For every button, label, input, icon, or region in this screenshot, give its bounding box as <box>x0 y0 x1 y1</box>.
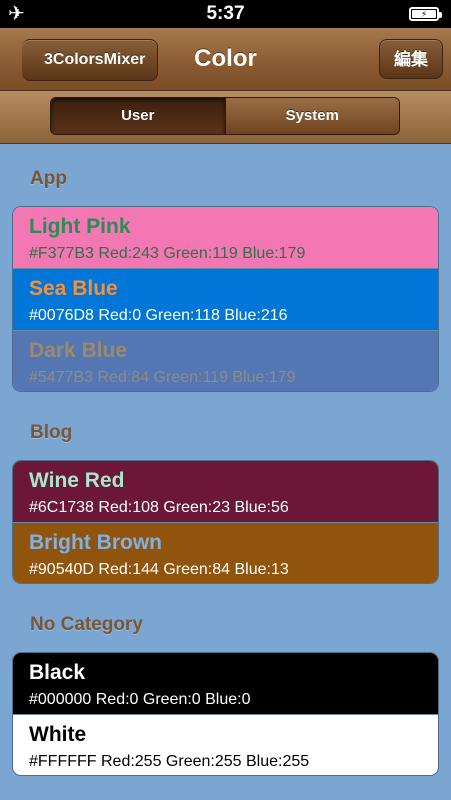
back-button-label: 3ColorsMixer <box>44 51 146 68</box>
status-bar: ✈ 5:37 ⚡ <box>0 0 451 28</box>
color-cell-light-pink[interactable]: Light Pink #F377B3 Red:243 Green:119 Blu… <box>13 207 438 269</box>
back-button[interactable]: 3ColorsMixer <box>22 39 159 81</box>
color-name: Light Pink <box>29 215 131 238</box>
color-group-no-category: Black #000000 Red:0 Green:0 Blue:0 White… <box>12 652 439 776</box>
color-cell-wine-red[interactable]: Wine Red #6C1738 Red:108 Green:23 Blue:5… <box>13 461 438 523</box>
color-name: Black <box>29 661 86 684</box>
color-name: Dark Blue <box>29 339 128 362</box>
section-header-app: App <box>30 168 67 189</box>
color-cell-bright-brown[interactable]: Bright Brown #90540D Red:144 Green:84 Bl… <box>13 523 438 583</box>
color-info: #90540D Red:144 Green:84 Blue:13 <box>29 561 289 578</box>
color-cell-white[interactable]: White #FFFFFF Red:255 Green:255 Blue:255 <box>13 715 438 775</box>
color-info: #FFFFFF Red:255 Green:255 Blue:255 <box>29 753 310 770</box>
color-group-app: Light Pink #F377B3 Red:243 Green:119 Blu… <box>12 206 439 392</box>
color-name: Bright Brown <box>29 531 162 554</box>
color-cell-dark-blue[interactable]: Dark Blue #5477B3 Red:84 Green:119 Blue:… <box>13 331 438 391</box>
color-info: #6C1738 Red:108 Green:23 Blue:56 <box>29 499 289 516</box>
segment-bar: User System <box>0 91 451 144</box>
status-time: 5:37 <box>206 3 245 24</box>
color-name: Sea Blue <box>29 277 118 300</box>
color-group-blog: Wine Red #6C1738 Red:108 Green:23 Blue:5… <box>12 460 439 584</box>
color-info: #000000 Red:0 Green:0 Blue:0 <box>29 691 251 708</box>
color-info: #F377B3 Red:243 Green:119 Blue:179 <box>29 245 306 262</box>
color-cell-black[interactable]: Black #000000 Red:0 Green:0 Blue:0 <box>13 653 438 715</box>
color-name: Wine Red <box>29 469 125 492</box>
battery-charging-icon: ⚡ <box>409 7 442 21</box>
edit-button[interactable]: 編集 <box>379 39 443 79</box>
section-header-no-category: No Category <box>30 614 143 635</box>
color-cell-sea-blue[interactable]: Sea Blue #0076D8 Red:0 Green:118 Blue:21… <box>13 269 438 331</box>
segment-system[interactable]: System <box>224 98 399 134</box>
segment-user[interactable]: User <box>51 98 225 134</box>
color-info: #5477B3 Red:84 Green:119 Blue:179 <box>29 369 296 386</box>
color-name: White <box>29 723 87 746</box>
color-info: #0076D8 Red:0 Green:118 Blue:216 <box>29 307 288 324</box>
section-header-blog: Blog <box>30 422 73 443</box>
user-system-segmented-control: User System <box>50 97 400 135</box>
navigation-bar: Color 3ColorsMixer 編集 <box>0 28 451 91</box>
